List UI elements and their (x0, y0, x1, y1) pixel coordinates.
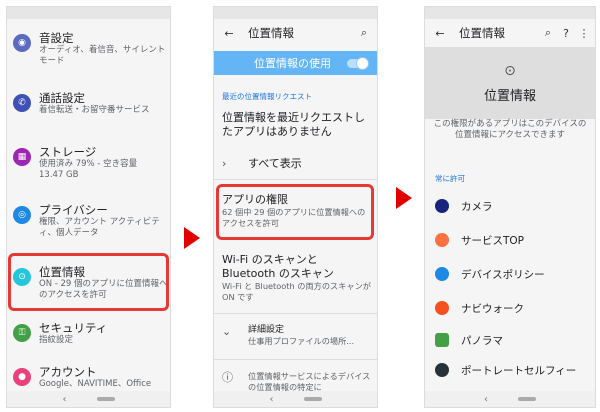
info-text: 位置情報サービスによるデバイスの位置情報の特定に (248, 371, 371, 392)
settings-item-security[interactable]: ⚿ セキュリティ 指紋設定 (7, 321, 170, 346)
settings-item-storage[interactable]: ▦ ストレージ 使用済み 79% - 空き容量 13.47 GB (7, 145, 170, 181)
item-subtitle: 指紋設定 (39, 335, 74, 345)
help-icon[interactable]: ? (557, 27, 575, 40)
home-nav-icon[interactable] (518, 397, 536, 401)
device-policy-app-icon (435, 267, 449, 281)
permission-header: ⊙ 位置情報 (425, 47, 595, 119)
settings-panel: ◉ 音設定 オーディオ、着信音、サイレントモード ✆ 通話設定 着信転送・お留守… (6, 6, 171, 408)
advanced-title: 詳細設定 (248, 325, 285, 335)
app-row[interactable]: デバイスポリシー (425, 263, 595, 285)
app-row[interactable]: パノラマ (425, 329, 595, 351)
back-nav-icon[interactable]: ‹ (270, 394, 274, 405)
page-title: 位置情報 (459, 26, 505, 40)
switch-label: 位置情報の使用 (254, 57, 331, 70)
lock-icon: ⚿ (13, 324, 31, 342)
item-subtitle: オーディオ、着信音、サイレントモード (39, 45, 166, 66)
app-name: ナビウォーク (461, 302, 524, 315)
item-title: ストレージ (39, 145, 97, 159)
status-bar (425, 7, 595, 19)
phone-icon: ✆ (13, 94, 31, 112)
back-arrow-icon[interactable]: ← (220, 27, 238, 40)
nav-bar: ‹ (425, 391, 595, 407)
scan-subtitle: Wi-Fi と Bluetooth の両方のスキャンが ON です (222, 281, 371, 302)
toolbar: ← 位置情報 ⌕ ? ⋮ (425, 19, 595, 47)
section-label: 最近の位置情報リクエスト (222, 92, 312, 101)
app-row[interactable]: ナビウォーク (425, 297, 595, 319)
speaker-icon: ◉ (13, 34, 31, 52)
navi-walk-app-icon (435, 301, 449, 315)
show-all-label: すべて表示 (248, 157, 302, 170)
more-vert-icon[interactable]: ⋮ (575, 27, 593, 40)
advanced-subtitle: 仕事用プロファイルの場所... (248, 336, 355, 346)
item-title: プライバシー (39, 203, 108, 217)
account-icon: ● (13, 368, 31, 386)
app-name: パノラマ (461, 334, 503, 347)
app-permissions-highlight (216, 184, 374, 240)
toolbar: ← 位置情報 ⌕ (214, 19, 377, 47)
permission-description: この権限があるアプリはこのデバイスの位置情報にアクセスできます (433, 119, 587, 140)
scan-title: Wi-Fi のスキャンと Bluetooth のスキャン (222, 253, 334, 280)
section-label: 常に許可 (435, 174, 465, 183)
portrait-selfie-app-icon (435, 363, 449, 377)
home-nav-icon[interactable] (303, 397, 322, 401)
item-subtitle: Google、NAVITIME、Office (39, 379, 152, 389)
divider (214, 179, 377, 180)
location-pin-icon: ⊙ (504, 62, 516, 79)
storage-icon: ▦ (13, 148, 31, 166)
settings-item-call[interactable]: ✆ 通話設定 着信転送・お留守番サービス (7, 91, 170, 116)
page-title: 位置情報 (248, 26, 294, 40)
divider (214, 313, 377, 314)
divider (214, 359, 377, 360)
info-row: ⓘ 位置情報サービスによるデバイスの位置情報の特定に (222, 371, 371, 393)
app-name: デバイスポリシー (461, 268, 545, 281)
location-settings-panel: ← 位置情報 ⌕ 位置情報の使用 最近の位置情報リクエスト 位置情報を最近リクエ… (213, 6, 378, 408)
arrow-right-icon (184, 227, 200, 249)
settings-item-privacy[interactable]: ◎ プライバシー 権限、アカウント アクティビティ、個人データ (7, 203, 170, 239)
item-title: セキュリティ (39, 321, 108, 335)
back-arrow-icon[interactable]: ← (431, 27, 449, 40)
advanced-row[interactable]: ⌄ 詳細設定 仕事用プロファイルの場所... (222, 325, 371, 347)
chevron-down-icon: ⌄ (222, 325, 232, 338)
camera-app-icon (435, 199, 449, 213)
status-bar (7, 7, 170, 19)
location-permission-panel: ← 位置情報 ⌕ ? ⋮ ⊙ 位置情報 この権限があるアプリはこのデバイスの位置… (424, 6, 596, 408)
app-name: サービスTOP (461, 234, 525, 247)
search-icon[interactable]: ⌕ (355, 26, 373, 40)
settings-item-sound[interactable]: ◉ 音設定 オーディオ、着信音、サイレントモード (7, 31, 170, 67)
home-nav-icon[interactable] (96, 397, 115, 401)
search-icon[interactable]: ⌕ (539, 26, 557, 40)
item-subtitle: 使用済み 79% - 空き容量 13.47 GB (39, 159, 138, 180)
item-title: 通話設定 (39, 91, 85, 105)
info-icon: ⓘ (222, 371, 233, 384)
nav-bar: ‹ (7, 391, 170, 407)
app-name: カメラ (461, 200, 493, 213)
chevron-right-icon: › (222, 157, 227, 170)
show-all-row[interactable]: › すべて表示 (222, 157, 371, 171)
back-nav-icon[interactable]: ‹ (63, 394, 67, 405)
service-top-app-icon (435, 233, 449, 247)
item-subtitle: 権限、アカウント アクティビティ、個人データ (39, 217, 160, 238)
scan-item[interactable]: Wi-Fi のスキャンと Bluetooth のスキャン Wi-Fi と Blu… (222, 253, 371, 303)
location-highlight (8, 253, 169, 311)
app-row[interactable]: サービスTOP (425, 229, 595, 251)
back-nav-icon[interactable]: ‹ (484, 394, 488, 405)
settings-item-account[interactable]: ● アカウント Google、NAVITIME、Office (7, 365, 170, 390)
item-title: 音設定 (39, 31, 74, 45)
nav-bar: ‹ (214, 391, 377, 407)
location-toggle[interactable] (347, 56, 369, 70)
location-switch-bar[interactable]: 位置情報の使用 (214, 51, 377, 75)
app-row[interactable]: カメラ (425, 195, 595, 217)
app-row[interactable]: ポートレートセルフィー (425, 359, 595, 381)
item-subtitle: 着信転送・お留守番サービス (39, 105, 150, 115)
item-title: アカウント (39, 365, 97, 379)
panorama-app-icon (435, 333, 449, 347)
no-requests-text: 位置情報を最近リクエストしたアプリはありません (222, 111, 365, 138)
status-bar (214, 7, 377, 19)
eye-icon: ◎ (13, 206, 31, 224)
app-name: ポートレートセルフィー (461, 364, 577, 377)
permission-title: 位置情報 (483, 88, 536, 104)
arrow-right-icon (396, 187, 412, 209)
